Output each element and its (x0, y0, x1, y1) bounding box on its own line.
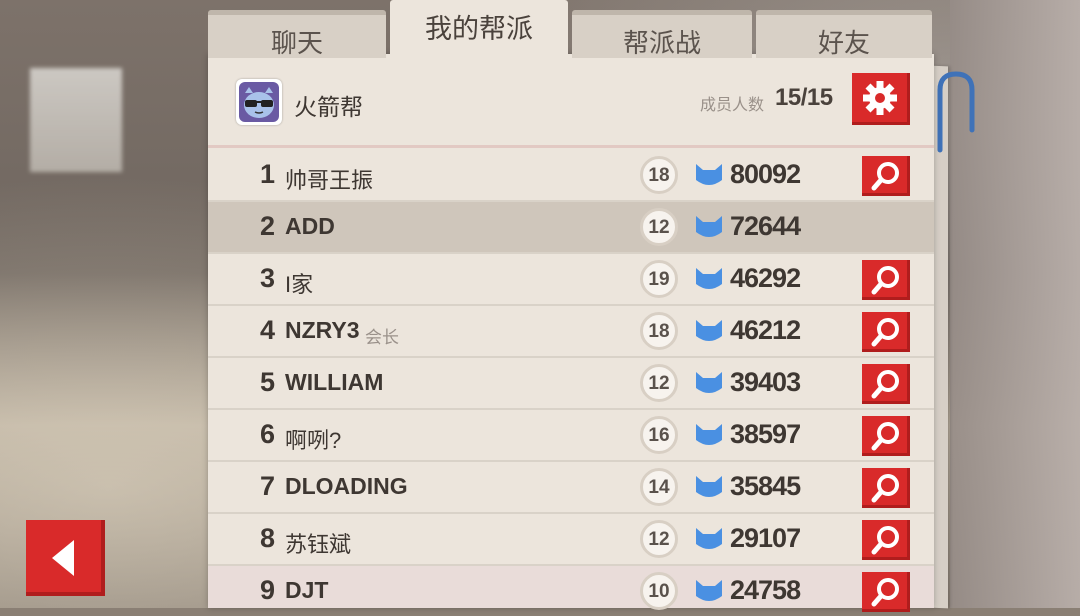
member-rank: 1 (260, 159, 275, 189)
member-name: DLOADING (285, 473, 408, 499)
member-rank: 9 (260, 575, 275, 605)
back-arrow-icon (52, 540, 74, 576)
magnifier-icon (871, 266, 899, 295)
member-name: NZRY3 (285, 317, 360, 343)
magnifier-icon (871, 474, 899, 503)
member-row[interactable]: 4 NZRY3 会长 18 46212 (208, 306, 934, 359)
member-name: WILLIAM (285, 369, 384, 395)
member-row[interactable]: 6 啊咧? 16 38597 (208, 410, 934, 463)
member-score: 35845 (730, 471, 801, 501)
view-member-button[interactable] (862, 520, 910, 560)
member-name: DJT (285, 577, 329, 603)
member-role: 会长 (365, 328, 399, 348)
member-rank: 5 (260, 367, 275, 397)
header-divider (208, 145, 934, 148)
member-level-badge: 16 (640, 416, 678, 454)
magnifier-icon (871, 370, 899, 399)
magnifier-icon (871, 318, 899, 347)
view-member-button[interactable] (862, 468, 910, 508)
view-member-button[interactable] (862, 572, 910, 612)
member-score: 72644 (730, 211, 801, 241)
member-score: 24758 (730, 575, 801, 605)
cat-emblem-icon (696, 268, 722, 289)
member-row[interactable]: 2 ADD 12 72644 (208, 202, 934, 255)
cat-emblem-icon (696, 164, 722, 185)
member-row[interactable]: 7 DLOADING 14 35845 (208, 462, 934, 515)
member-level-badge: 10 (640, 572, 678, 610)
cat-emblem-icon (696, 580, 722, 601)
member-rank: 4 (260, 315, 275, 345)
member-score: 80092 (730, 159, 801, 189)
cat-emblem-icon (696, 320, 722, 341)
magnifier-icon (871, 422, 899, 451)
member-row[interactable]: 5 WILLIAM 12 39403 (208, 358, 934, 411)
member-score: 38597 (730, 419, 801, 449)
cat-emblem-icon (696, 476, 722, 497)
paper-clip-icon (937, 71, 975, 153)
member-row[interactable]: 3 I家 19 46292 (208, 254, 934, 307)
member-score: 29107 (730, 523, 801, 553)
member-score: 39403 (730, 367, 801, 397)
view-member-button[interactable] (862, 260, 910, 300)
background-window (30, 68, 122, 172)
member-score: 46292 (730, 263, 801, 293)
member-row[interactable]: 8 苏钰斌 12 29107 (208, 514, 934, 567)
back-button[interactable] (26, 520, 105, 596)
gang-name: 火箭帮 (294, 95, 363, 121)
settings-button[interactable] (852, 73, 910, 125)
member-level-badge: 12 (640, 364, 678, 402)
member-level-badge: 18 (640, 312, 678, 350)
view-member-button[interactable] (862, 156, 910, 196)
view-member-button[interactable] (862, 416, 910, 456)
member-score: 46212 (730, 315, 801, 345)
cat-emblem-icon (696, 424, 722, 445)
member-rank: 2 (260, 211, 275, 241)
member-level-badge: 14 (640, 468, 678, 506)
member-level-badge: 18 (640, 156, 678, 194)
member-level-badge: 12 (640, 520, 678, 558)
magnifier-icon (871, 526, 899, 555)
view-member-button[interactable] (862, 364, 910, 404)
member-rank: 6 (260, 419, 275, 449)
tab-gang-war[interactable]: 帮派战 (572, 10, 752, 59)
member-rank: 3 (260, 263, 275, 293)
view-member-button[interactable] (862, 312, 910, 352)
member-name: I家 (285, 272, 314, 297)
member-level-badge: 19 (640, 260, 678, 298)
member-name: 帅哥王振 (285, 168, 374, 193)
cat-sunglasses-icon (239, 82, 279, 122)
member-count: 15/15 (775, 84, 833, 111)
tab-friends[interactable]: 好友 (756, 10, 932, 59)
gear-icon (863, 81, 897, 115)
magnifier-icon (871, 162, 899, 191)
magnifier-icon (871, 578, 899, 607)
tab-chat[interactable]: 聊天 (208, 10, 386, 59)
cat-emblem-icon (696, 372, 722, 393)
member-row[interactable]: 9 DJT 10 24758 (208, 566, 934, 612)
member-name: 苏钰斌 (285, 532, 352, 557)
member-row[interactable]: 1 帅哥王振 18 80092 (208, 150, 934, 203)
tab-my-gang[interactable]: 我的帮派 (390, 0, 568, 58)
member-name: ADD (285, 213, 335, 239)
gang-avatar[interactable] (236, 79, 282, 125)
member-rank: 7 (260, 471, 275, 501)
member-name: 啊咧? (285, 428, 342, 453)
member-count-label: 成员人数 (700, 95, 765, 114)
member-level-badge: 12 (640, 208, 678, 246)
member-rank: 8 (260, 523, 275, 553)
gang-header: 火箭帮 成员人数 15/15 (208, 58, 934, 148)
cat-emblem-icon (696, 528, 722, 549)
cat-emblem-icon (696, 216, 722, 237)
